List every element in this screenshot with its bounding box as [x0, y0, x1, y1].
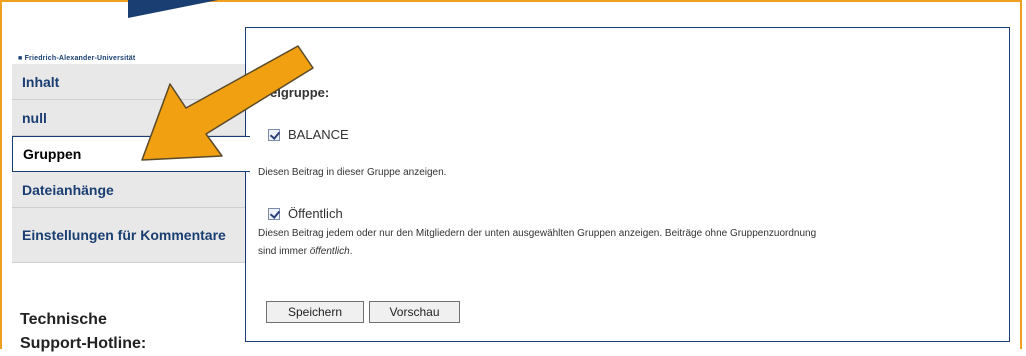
groups-panel: elgruppe: BALANCE Diesen Beitrag in dies… [245, 27, 1010, 342]
support-line-2: Support-Hotline: [20, 335, 147, 352]
preview-button[interactable]: Vorschau [369, 301, 460, 323]
logo-shape [128, 0, 218, 18]
public-hint-line2-prefix: sind immer [258, 246, 310, 257]
support-hotline: Technische Support-Hotline: [20, 308, 146, 356]
public-label: Öffentlich [288, 206, 343, 221]
public-checkbox[interactable] [268, 207, 280, 220]
public-hint-line1: Diesen Beitrag jedem oder nur den Mitgli… [258, 228, 817, 239]
arrow-annotation-icon [141, 45, 314, 161]
public-checkbox-row[interactable]: Öffentlich [268, 206, 343, 221]
save-button[interactable]: Speichern [266, 301, 364, 323]
public-hint: Diesen Beitrag jedem oder nur den Mitgli… [258, 225, 1003, 261]
public-hint-line2: sind immer öffentlich. [258, 243, 1003, 261]
support-line-1: Technische [20, 311, 107, 328]
public-hint-suffix: . [349, 246, 353, 257]
arrow-shape [141, 45, 314, 161]
public-hint-em: öffentlich [309, 246, 350, 257]
university-text: ■ Friedrich-Alexander-Universität [18, 55, 136, 62]
sidebar-item-kommentare[interactable]: Einstellungen für Kommentare [12, 208, 248, 263]
